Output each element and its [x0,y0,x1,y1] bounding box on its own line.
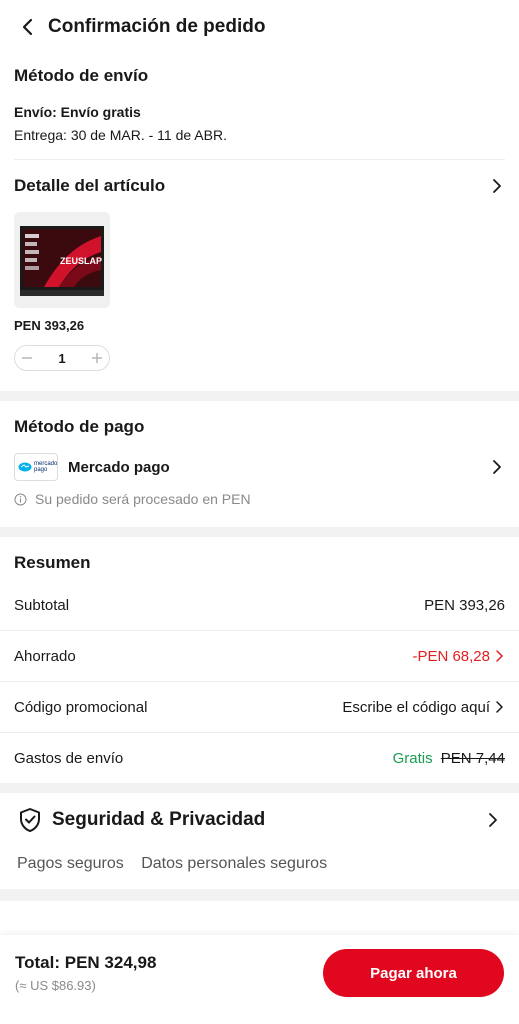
security-row[interactable]: Seguridad & Privacidad [14,807,505,833]
item-section: Detalle del artículo ZEUSLAP PEN 393,26 … [0,176,519,371]
secure-data-label: Datos personales seguros [141,855,328,872]
secure-payments-label: Pagos seguros [17,855,124,872]
mercado-pago-logo: mercado pago [14,453,58,481]
payment-title: Método de pago [14,417,145,436]
summary-header: Resumen [0,553,519,573]
chevron-right-icon [496,701,503,713]
summary-list: Subtotal PEN 393,26 Ahorrado -PEN 68,28 … [0,580,519,783]
section-gap [0,527,519,537]
order-total-usd: (≈ US $86.93) [15,978,96,993]
subtotal-label: Subtotal [14,596,70,614]
order-total: Total: PEN 324,98 [15,953,157,972]
info-icon [14,493,27,505]
divider [14,159,505,160]
chevron-left-icon [22,18,33,36]
chevron-right-icon [493,460,501,474]
promo-label: Código promocional [14,698,148,716]
promo-input-placeholder[interactable]: Escribe el código aquí [342,699,490,716]
saved-label: Ahorrado [14,647,76,665]
shipping-cost-label: Gastos de envío [14,749,124,767]
shipping-section: Método de envío Envío: Envío gratis Entr… [0,66,519,143]
shipping-free-label: Gratis [392,749,433,767]
summary-title: Resumen [14,553,91,572]
page-title: Confirmación de pedido [48,16,266,37]
saved-row[interactable]: Ahorrado -PEN 68,28 [0,631,519,682]
security-section: Seguridad & Privacidad Pagos seguros Dat… [0,807,519,873]
minus-icon[interactable] [21,352,33,364]
subtotal-row: Subtotal PEN 393,26 [0,580,519,631]
saved-value: -PEN 68,28 [412,647,490,665]
header: Confirmación de pedido [0,0,519,54]
shield-check-icon [20,808,40,832]
product-brand-text: ZEUSLAP [60,256,103,266]
handshake-icon [18,462,32,472]
payment-method-label: Mercado pago [68,458,170,476]
product-image[interactable]: ZEUSLAP [14,212,110,308]
pay-now-button[interactable]: Pagar ahora [323,949,504,997]
plus-icon[interactable] [91,352,103,364]
quantity-value[interactable]: 1 [58,351,65,366]
shipping-title: Método de envío [14,66,149,85]
section-gap [0,783,519,793]
back-button[interactable] [14,13,42,41]
chevron-right-icon [493,179,501,193]
promo-code-row[interactable]: Código promocional Escribe el código aqu… [0,682,519,733]
delivery-date: Entrega: 30 de MAR. - 11 de ABR. [14,127,227,143]
subtotal-value: PEN 393,26 [424,596,505,614]
payment-method-row[interactable]: mercado pago Mercado pago [14,453,505,481]
item-title: Detalle del artículo [14,176,166,195]
shipping-cost-row: Gastos de envío Gratis PEN 7,44 [0,733,519,783]
mercado-pago-logo-text: mercado pago [34,461,58,473]
chevron-right-icon [496,650,503,662]
payment-note-row: Su pedido será procesado en PEN [14,491,505,507]
payment-note: Su pedido será procesado en PEN [35,491,251,507]
section-gap [0,889,519,901]
item-detail-row[interactable]: Detalle del artículo [14,176,505,196]
security-items: Pagos seguros Datos personales seguros [14,855,505,873]
bottom-bar: Total: PEN 324,98 (≈ US $86.93) Pagar ah… [0,935,519,1024]
security-title: Seguridad & Privacidad [52,809,266,830]
shipping-original-price: PEN 7,44 [440,749,505,767]
quantity-stepper: 1 [14,345,110,371]
shipping-method: Envío: Envío gratis [14,104,141,120]
payment-section: Método de pago mercado pago Mercado pago… [0,417,519,507]
item-price: PEN 393,26 [14,318,85,333]
section-gap [0,391,519,401]
chevron-right-icon [489,813,497,827]
